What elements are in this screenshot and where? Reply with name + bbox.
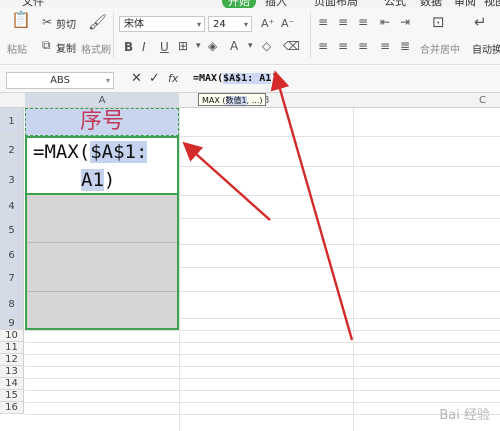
arrow-to-formula — [270, 70, 354, 341]
arrow-to-editor — [182, 141, 271, 221]
watermark: Bai 经验 — [439, 408, 490, 423]
annotation-arrows — [182, 70, 354, 341]
